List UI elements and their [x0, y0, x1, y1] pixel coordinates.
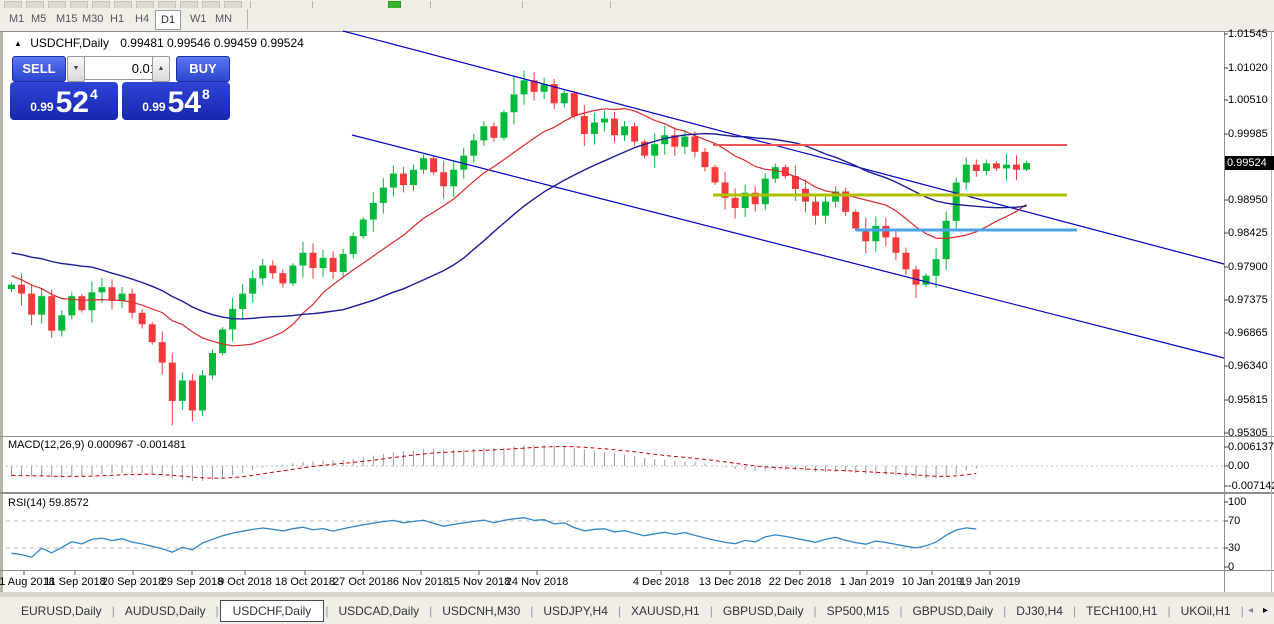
rsi-line	[12, 518, 977, 558]
tab-scroll-arrows: ◂▸	[1248, 605, 1268, 616]
one-click-trading-panel: SELL ▼ ▲ BUY 0.99 52 4 0.99 54 8	[10, 54, 230, 120]
triangle-up-icon: ▲	[158, 65, 165, 72]
date-axis-label: 27 Oct 2018	[333, 576, 393, 588]
buy-price-big: 54	[168, 86, 201, 120]
tab-gbpusd-daily[interactable]: GBPUSD,Daily	[714, 601, 813, 621]
buy-button[interactable]: BUY	[176, 56, 230, 82]
macd-label: MACD(12,26,9) 0.000967 -0.001481	[8, 439, 186, 451]
volume-up-button[interactable]: ▲	[152, 56, 170, 82]
price-axis-label: 0.95305	[1228, 427, 1268, 439]
tab-usdcad-daily[interactable]: USDCAD,Daily	[329, 601, 428, 621]
tab-sp500-m15[interactable]: SP500,M15	[818, 601, 899, 621]
triangle-down-icon: ▼	[73, 65, 80, 72]
price-axis-label: 0.98950	[1228, 194, 1268, 206]
rsi-axis-label: 70	[1228, 515, 1240, 527]
date-axis-label: 29 Sep 2018	[161, 576, 223, 588]
tab-audusd-daily[interactable]: AUDUSD,Daily	[116, 601, 215, 621]
rsi-axis-label: 30	[1228, 542, 1240, 554]
tab-dj30-h4[interactable]: DJ30,H4	[1007, 601, 1072, 621]
date-axis-label: 11 Sep 2018	[44, 576, 106, 588]
price-axis-label: 0.96865	[1228, 327, 1268, 339]
price-axis-label: 0.99985	[1228, 128, 1268, 140]
sell-price-big: 52	[56, 86, 89, 120]
terminal-window: M1M5M15M30H1H4D1W1MN ▲ USDCHF,Daily 0.99…	[0, 0, 1274, 624]
volume-down-button[interactable]: ▼	[67, 56, 85, 82]
tab-usdjpy-h4[interactable]: USDJPY,H4	[534, 601, 616, 621]
date-axis-label: 13 Dec 2018	[699, 576, 761, 588]
rsi-label: RSI(14) 59.8572	[8, 497, 89, 509]
price-axis-label: 1.01020	[1228, 62, 1268, 74]
sell-price-small: 0.99	[30, 100, 53, 114]
date-axis-label: 22 Dec 2018	[769, 576, 831, 588]
sell-price-box[interactable]: 0.99 52 4	[10, 82, 118, 120]
tab-separator: |	[1240, 604, 1245, 618]
date-axis-label: 9 Oct 2018	[218, 576, 272, 588]
chart-title: ▲ USDCHF,Daily 0.99481 0.99546 0.99459 0…	[14, 36, 304, 50]
candles	[8, 71, 1030, 425]
date-axis-label: 1 Jan 2019	[840, 576, 894, 588]
date-axis-label: 15 Nov 2018	[448, 576, 510, 588]
date-axis-label: 19 Jan 2019	[960, 576, 1021, 588]
sell-price-pip: 4	[90, 86, 98, 102]
buy-price-pip: 8	[202, 86, 210, 102]
tab-gbpusd-daily[interactable]: GBPUSD,Daily	[903, 601, 1002, 621]
collapse-panel-icon[interactable]: ▲	[14, 39, 22, 48]
rsi-axis-label: 100	[1228, 496, 1246, 508]
price-axis-label: 0.96340	[1228, 360, 1268, 372]
macd-axis-label: 0.006137	[1228, 441, 1274, 453]
tab-scroll-right-icon[interactable]: ▸	[1263, 605, 1268, 616]
chart-tab-bar: EURUSD,Daily|AUDUSD,Daily|USDCHF,Daily|U…	[0, 597, 1274, 624]
buy-price-box[interactable]: 0.99 54 8	[122, 82, 230, 120]
tab-tech100-h1[interactable]: TECH100,H1	[1077, 601, 1166, 621]
date-axis-label: 20 Sep 2018	[102, 576, 164, 588]
date-axis-label: 6 Nov 2018	[393, 576, 449, 588]
date-axis-label: 24 Nov 2018	[506, 576, 568, 588]
price-axis-label: 0.97900	[1228, 261, 1268, 273]
date-axis-label: 18 Oct 2018	[275, 576, 335, 588]
ohlc-values: 0.99481 0.99546 0.99459 0.99524	[120, 36, 304, 50]
date-axis-label: 4 Dec 2018	[633, 576, 689, 588]
symbol-period-label: USDCHF,Daily	[30, 36, 109, 50]
buy-price-small: 0.99	[142, 100, 165, 114]
tab-eurusd-daily[interactable]: EURUSD,Daily	[12, 601, 111, 621]
price-axis-label: 0.98425	[1228, 227, 1268, 239]
price-axis-label: 0.95815	[1228, 394, 1268, 406]
macd-axis-label: 0.00	[1228, 460, 1249, 472]
price-axis-label: 1.00510	[1228, 94, 1268, 106]
tab-usdcnh-m30[interactable]: USDCNH,M30	[433, 601, 529, 621]
price-axis-label: 0.97375	[1228, 294, 1268, 306]
tab-usdchf-daily[interactable]: USDCHF,Daily	[220, 600, 325, 622]
sell-button[interactable]: SELL	[12, 56, 66, 82]
tab-ukoil-h1[interactable]: UKOil,H1	[1172, 601, 1240, 621]
current-price-badge: 0.99524	[1225, 156, 1274, 170]
price-axis-label: 1.01545	[1228, 28, 1268, 40]
rsi-axis-label: 0	[1228, 561, 1234, 573]
tab-scroll-left-icon[interactable]: ◂	[1248, 605, 1253, 616]
date-axis-label: 10 Jan 2019	[902, 576, 963, 588]
tab-xauusd-h1[interactable]: XAUUSD,H1	[622, 601, 709, 621]
macd-axis-label: -0.007142	[1228, 480, 1274, 492]
